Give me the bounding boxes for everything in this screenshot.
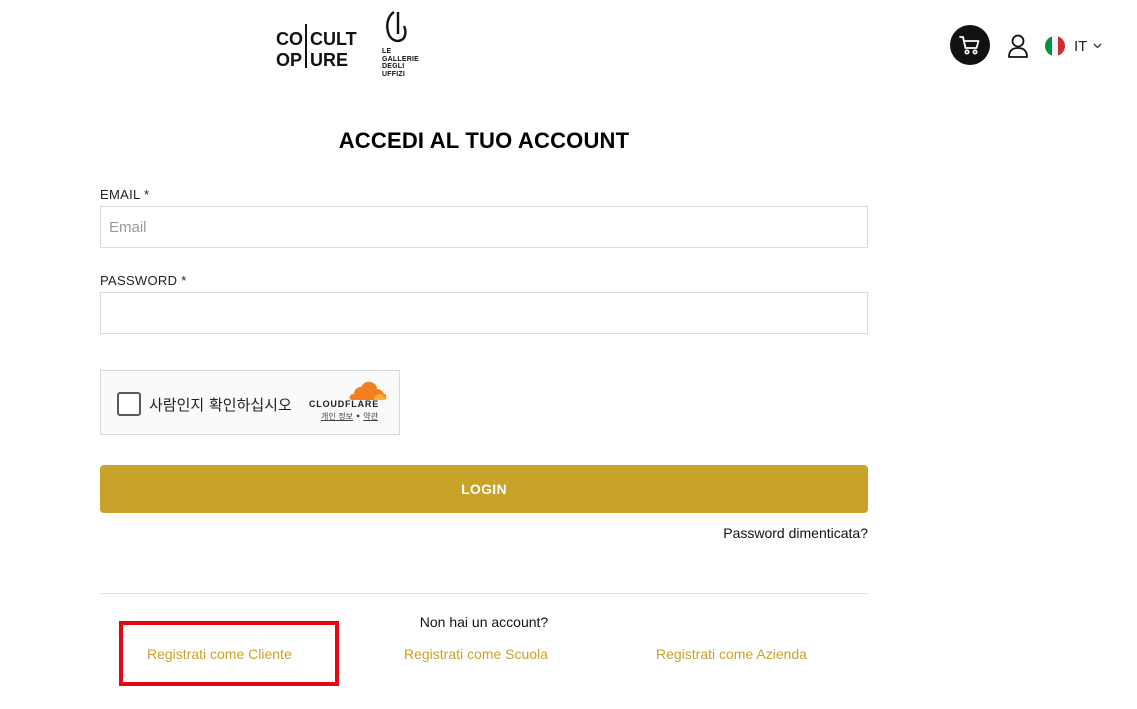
link-separator: • <box>355 412 361 421</box>
password-label: PASSWORD * <box>100 273 187 288</box>
uffizi-line-1: LE <box>382 48 392 55</box>
divider <box>100 593 868 594</box>
cloudflare-brand: CLOUDFLARE <box>309 399 379 409</box>
page-title: ACCEDI AL TUO ACCOUNT <box>338 128 630 153</box>
cart-icon <box>959 36 980 55</box>
uffizi-line-2: GALLERIE <box>382 55 419 63</box>
logo-coop-line3: CULT <box>310 29 357 49</box>
logo-coop-line1: CO <box>276 29 303 49</box>
no-account-text: Non hai un account? <box>419 614 549 630</box>
register-school-link[interactable]: Registrati come Scuola <box>404 646 548 662</box>
coopculture-logo: CO OP CULT URE <box>276 24 357 70</box>
login-button[interactable]: LOGIN <box>100 465 868 513</box>
uffizi-logo-text: LE GALLERIE DEGLI UFFIZI <box>382 48 419 78</box>
logo-coop-line2: OP <box>276 50 302 70</box>
cloudflare-links: 개인 정보 • 약관 <box>321 411 378 422</box>
register-client-link[interactable]: Registrati come Cliente <box>147 646 292 662</box>
captcha-checkbox[interactable] <box>117 392 141 416</box>
logo-coop-line4: URE <box>310 50 348 70</box>
register-company-link[interactable]: Registrati come Azienda <box>656 646 807 662</box>
language-selector[interactable]: IT <box>1045 36 1102 56</box>
forgot-password-link[interactable]: Password dimenticata? <box>723 525 868 541</box>
italy-flag-icon <box>1045 36 1065 56</box>
terms-link[interactable]: 약관 <box>363 412 378 421</box>
privacy-link[interactable]: 개인 정보 <box>321 412 353 421</box>
language-code: IT <box>1074 37 1088 55</box>
password-field[interactable] <box>100 292 868 334</box>
chevron-down-icon <box>1093 43 1102 49</box>
uffizi-line-4: UFFIZI <box>382 70 405 78</box>
user-icon[interactable] <box>1006 33 1030 59</box>
captcha-prompt: 사람인지 확인하십시오 <box>149 396 292 414</box>
email-label: EMAIL * <box>100 187 150 202</box>
cart-button[interactable] <box>950 25 990 65</box>
uffizi-line-3: DEGLI <box>382 63 405 70</box>
email-field[interactable] <box>100 206 868 248</box>
